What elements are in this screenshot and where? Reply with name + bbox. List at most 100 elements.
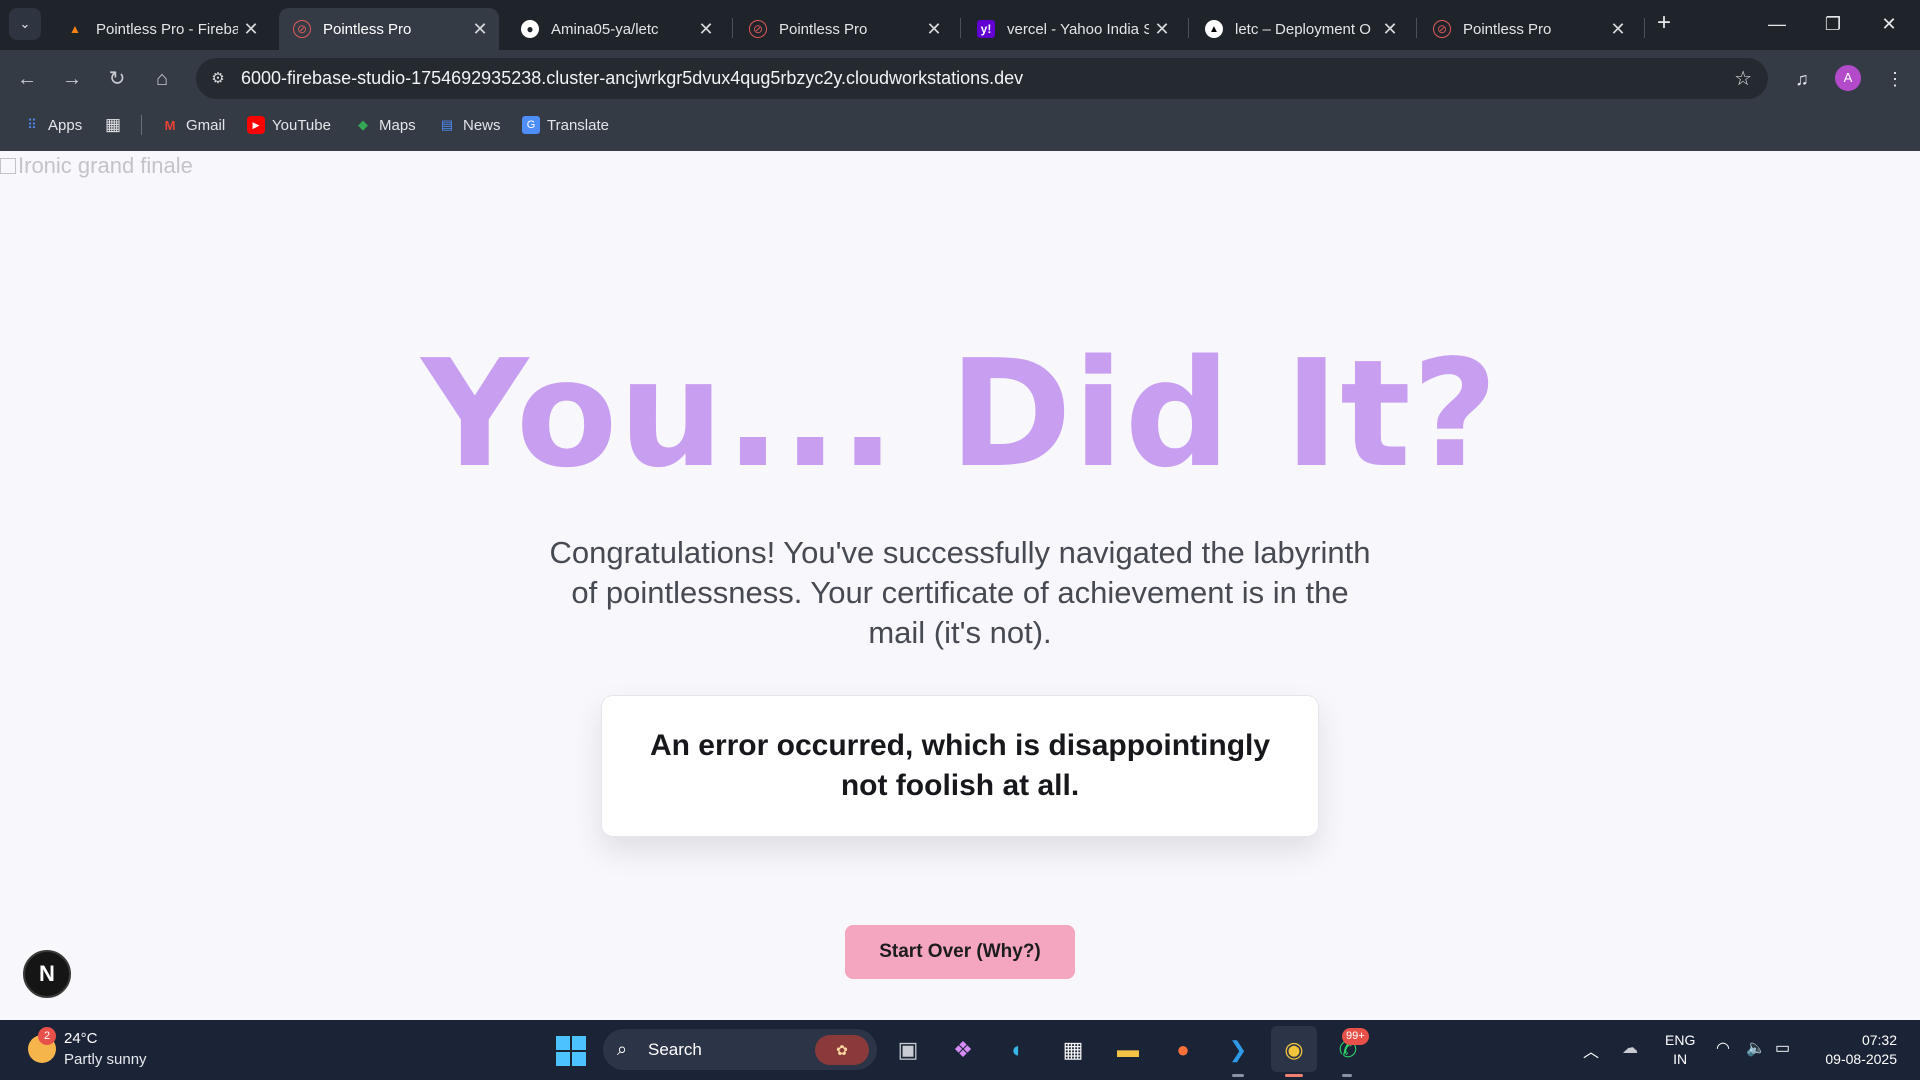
tab-7[interactable]: ⊘ Pointless Pro ✕	[1419, 8, 1637, 50]
media-controls-icon[interactable]: ♫	[1787, 64, 1817, 94]
vercel-icon: ▲	[1205, 20, 1223, 38]
bookmark-separator	[141, 115, 142, 135]
minimize-icon: —	[1768, 14, 1786, 34]
whatsapp-unread-badge: 99+	[1342, 1028, 1369, 1045]
tab-4[interactable]: ⊘ Pointless Pro ✕	[735, 8, 953, 50]
search-highlight-icon: ✿	[815, 1035, 869, 1065]
close-tab-icon[interactable]: ✕	[693, 19, 719, 40]
new-tab-button[interactable]: +	[1650, 10, 1678, 38]
forward-button[interactable]: →	[57, 64, 87, 94]
wifi-icon[interactable]: ◠	[1716, 1038, 1730, 1058]
tab-separator	[1416, 18, 1417, 38]
close-window-button[interactable]: ✕	[1866, 6, 1912, 42]
youtube-icon: ▶	[247, 116, 265, 134]
start-over-button[interactable]: Start Over (Why?)	[845, 925, 1075, 979]
plus-icon: +	[1656, 9, 1671, 36]
tab-3[interactable]: ● Amina05-ya/letc ✕	[507, 8, 725, 50]
close-icon: ✕	[1881, 14, 1897, 34]
arrow-right-icon: →	[62, 68, 82, 90]
broken-image: Ironic grand finale	[0, 153, 193, 179]
arrow-left-icon: ←	[17, 68, 37, 90]
edge-icon[interactable]: ◐	[1000, 1032, 1036, 1068]
page-content: Ironic grand finale You... Did It? Congr…	[0, 151, 1920, 1020]
bookmark-translate[interactable]: G Translate	[522, 107, 609, 143]
weather-description[interactable]: Partly sunny	[64, 1051, 147, 1068]
yahoo-icon: y!	[977, 20, 995, 38]
vscode-icon[interactable]: ❯	[1220, 1032, 1256, 1068]
task-view-icon[interactable]: ▣	[890, 1032, 926, 1068]
close-tab-icon[interactable]: ✕	[921, 19, 947, 40]
error-message: An error occurred, which is disappointin…	[649, 729, 1271, 802]
apps-grid-icon: ⠿	[27, 117, 37, 132]
restore-icon: ❐	[1824, 14, 1842, 34]
language-indicator[interactable]: ENG IN	[1665, 1031, 1695, 1069]
pointless-icon: ⊘	[293, 20, 311, 38]
page-headline: You... Did It?	[421, 328, 1499, 500]
taskbar-search[interactable]: ⌕ Search ✿	[603, 1029, 877, 1070]
tab-1[interactable]: ▲ Pointless Pro - Fireba ✕	[52, 8, 270, 50]
tab-separator	[1188, 18, 1189, 38]
tab-5[interactable]: y! vercel - Yahoo India S ✕	[963, 8, 1181, 50]
tab-separator	[960, 18, 961, 38]
profile-avatar[interactable]: A	[1835, 65, 1861, 91]
minimize-button[interactable]: —	[1754, 6, 1800, 42]
bookmark-news[interactable]: ▤ News	[438, 107, 501, 143]
store-icon[interactable]: ▦	[1055, 1032, 1091, 1068]
weather-temperature[interactable]: 24°C	[64, 1030, 98, 1047]
maps-icon: ◆	[358, 117, 368, 132]
system-clock[interactable]: 07:32 09-08-2025	[1813, 1031, 1897, 1069]
firefox-icon[interactable]: ●	[1165, 1032, 1201, 1068]
address-bar[interactable]: ⚙ 6000-firebase-studio-1754692935238.clu…	[196, 58, 1768, 99]
bookmark-gmail[interactable]: M Gmail	[161, 107, 226, 143]
close-tab-icon[interactable]: ✕	[1149, 19, 1175, 40]
search-icon: ⌕	[617, 1039, 628, 1059]
restore-button[interactable]: ❐	[1810, 6, 1856, 42]
chevron-up-icon[interactable]: ︿	[1583, 1038, 1599, 1062]
whatsapp-running-indicator	[1342, 1074, 1352, 1077]
gmail-icon: M	[164, 117, 176, 133]
url-text[interactable]: 6000-firebase-studio-1754692935238.clust…	[241, 58, 1023, 99]
github-icon: ●	[521, 20, 539, 38]
close-tab-icon[interactable]: ✕	[467, 19, 493, 40]
news-icon: ▤	[440, 117, 454, 132]
broken-image-icon	[0, 158, 16, 174]
bookmark-maps[interactable]: ◆ Maps	[354, 107, 416, 143]
grid-icon: ▦	[104, 115, 122, 134]
tab-2-active[interactable]: ⊘ Pointless Pro ✕	[279, 8, 499, 50]
bookmark-apps[interactable]: ⠿ Apps	[23, 107, 82, 143]
bookmark-star-icon[interactable]: ☆	[1734, 66, 1752, 91]
nextjs-dev-badge[interactable]: N	[23, 950, 71, 998]
tab-separator	[732, 18, 733, 38]
chrome-icon[interactable]: ◉	[1276, 1032, 1312, 1068]
close-tab-icon[interactable]: ✕	[238, 19, 264, 40]
tab-strip: ⌄ ▲ Pointless Pro - Fireba ✕ ⊘ Pointless…	[0, 0, 1920, 50]
tab-groups-button[interactable]: ▦	[104, 107, 129, 143]
more-menu-icon[interactable]: ⋮	[1880, 64, 1910, 94]
reload-button[interactable]: ↻	[102, 64, 132, 94]
firebase-icon: ▲	[69, 22, 81, 36]
home-button[interactable]: ⌂	[147, 64, 177, 94]
tab-separator	[1644, 18, 1645, 38]
translate-icon: G	[522, 116, 540, 134]
onedrive-off-icon[interactable]: ☁	[1622, 1038, 1638, 1058]
volume-icon[interactable]: 🔈	[1746, 1038, 1766, 1058]
back-button[interactable]: ←	[12, 64, 42, 94]
chevron-down-icon: ⌄	[19, 16, 31, 31]
home-icon: ⌂	[155, 68, 169, 90]
close-tab-icon[interactable]: ✕	[1377, 19, 1403, 40]
error-card: An error occurred, which is disappointin…	[601, 695, 1319, 837]
windows-taskbar: 2 24°C Partly sunny ⌕ Search ✿ ▣ ❖ ◐ ▦ ▬…	[0, 1020, 1920, 1080]
battery-icon[interactable]: ▭	[1775, 1038, 1790, 1058]
chrome-active-indicator	[1285, 1074, 1303, 1077]
windows-start-icon[interactable]	[556, 1036, 586, 1066]
site-info-icon[interactable]: ⚙	[206, 67, 230, 91]
tab-6[interactable]: ▲ letc – Deployment O ✕	[1191, 8, 1409, 50]
tab-search-dropdown[interactable]: ⌄	[9, 8, 41, 40]
bookmarks-bar: ⠿ Apps ▦ M Gmail ▶ YouTube ◆ Maps ▤ News…	[0, 107, 1920, 151]
browser-toolbar: ← → ↻ ⌂ ⚙ 6000-firebase-studio-175469293…	[0, 50, 1920, 107]
close-tab-icon[interactable]: ✕	[1605, 19, 1631, 40]
weather-notification-badge: 2	[38, 1027, 56, 1045]
bookmark-youtube[interactable]: ▶ YouTube	[247, 107, 331, 143]
copilot-icon[interactable]: ❖	[945, 1032, 981, 1068]
file-explorer-icon[interactable]: ▬	[1110, 1032, 1146, 1068]
